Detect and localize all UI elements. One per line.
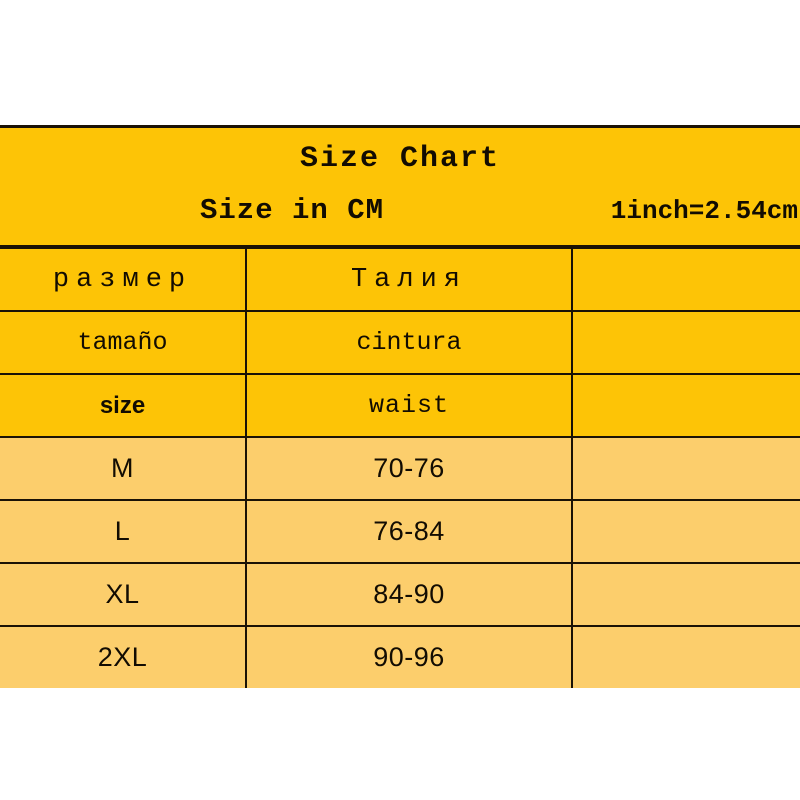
cell-waist: 90-96 [246,625,573,688]
chart-title: Size Chart [299,142,501,176]
conversion-note: 1inch=2.54cm [610,196,798,226]
table-row: XL 84-90 [0,562,800,627]
cell-size: M [0,436,247,501]
header-cell-size-es: tamaño [0,310,247,375]
header-cell-size-en: size [0,373,247,438]
cell-waist: 84-90 [246,562,573,627]
chart-subtitle-row: Size in CM 1inch=2.54cm [0,194,800,242]
cell-extra [572,499,800,564]
table-header-row-en: size waist [0,373,800,438]
cell-size: L [0,499,247,564]
table-row: L 76-84 [0,499,800,564]
cell-size: 2XL [0,625,247,688]
cell-extra [572,562,800,627]
cell-extra [572,436,800,501]
header-cell-waist-ru: Талия [246,247,573,312]
table-header-row-es: tamaño cintura [0,310,800,375]
size-table: размер Талия tamaño cintura size waist M… [0,247,800,688]
unit-note: Size in CM [200,194,385,227]
cell-size: XL [0,562,247,627]
cell-extra [572,625,800,688]
header-cell-extra-es [572,310,800,375]
header-cell-waist-en: waist [246,373,573,438]
header-cell-extra-ru [572,247,800,312]
table-row: M 70-76 [0,436,800,501]
header-cell-size-ru: размер [0,247,247,312]
cell-waist: 76-84 [246,499,573,564]
size-chart: Size Chart Size in CM 1inch=2.54cm разме… [0,125,800,688]
table-header-row-ru: размер Талия [0,247,800,312]
chart-header-band: Size Chart Size in CM 1inch=2.54cm [0,125,800,247]
table-row: 2XL 90-96 [0,625,800,688]
header-cell-waist-es: cintura [246,310,573,375]
cell-waist: 70-76 [246,436,573,501]
header-cell-extra-en [572,373,800,438]
